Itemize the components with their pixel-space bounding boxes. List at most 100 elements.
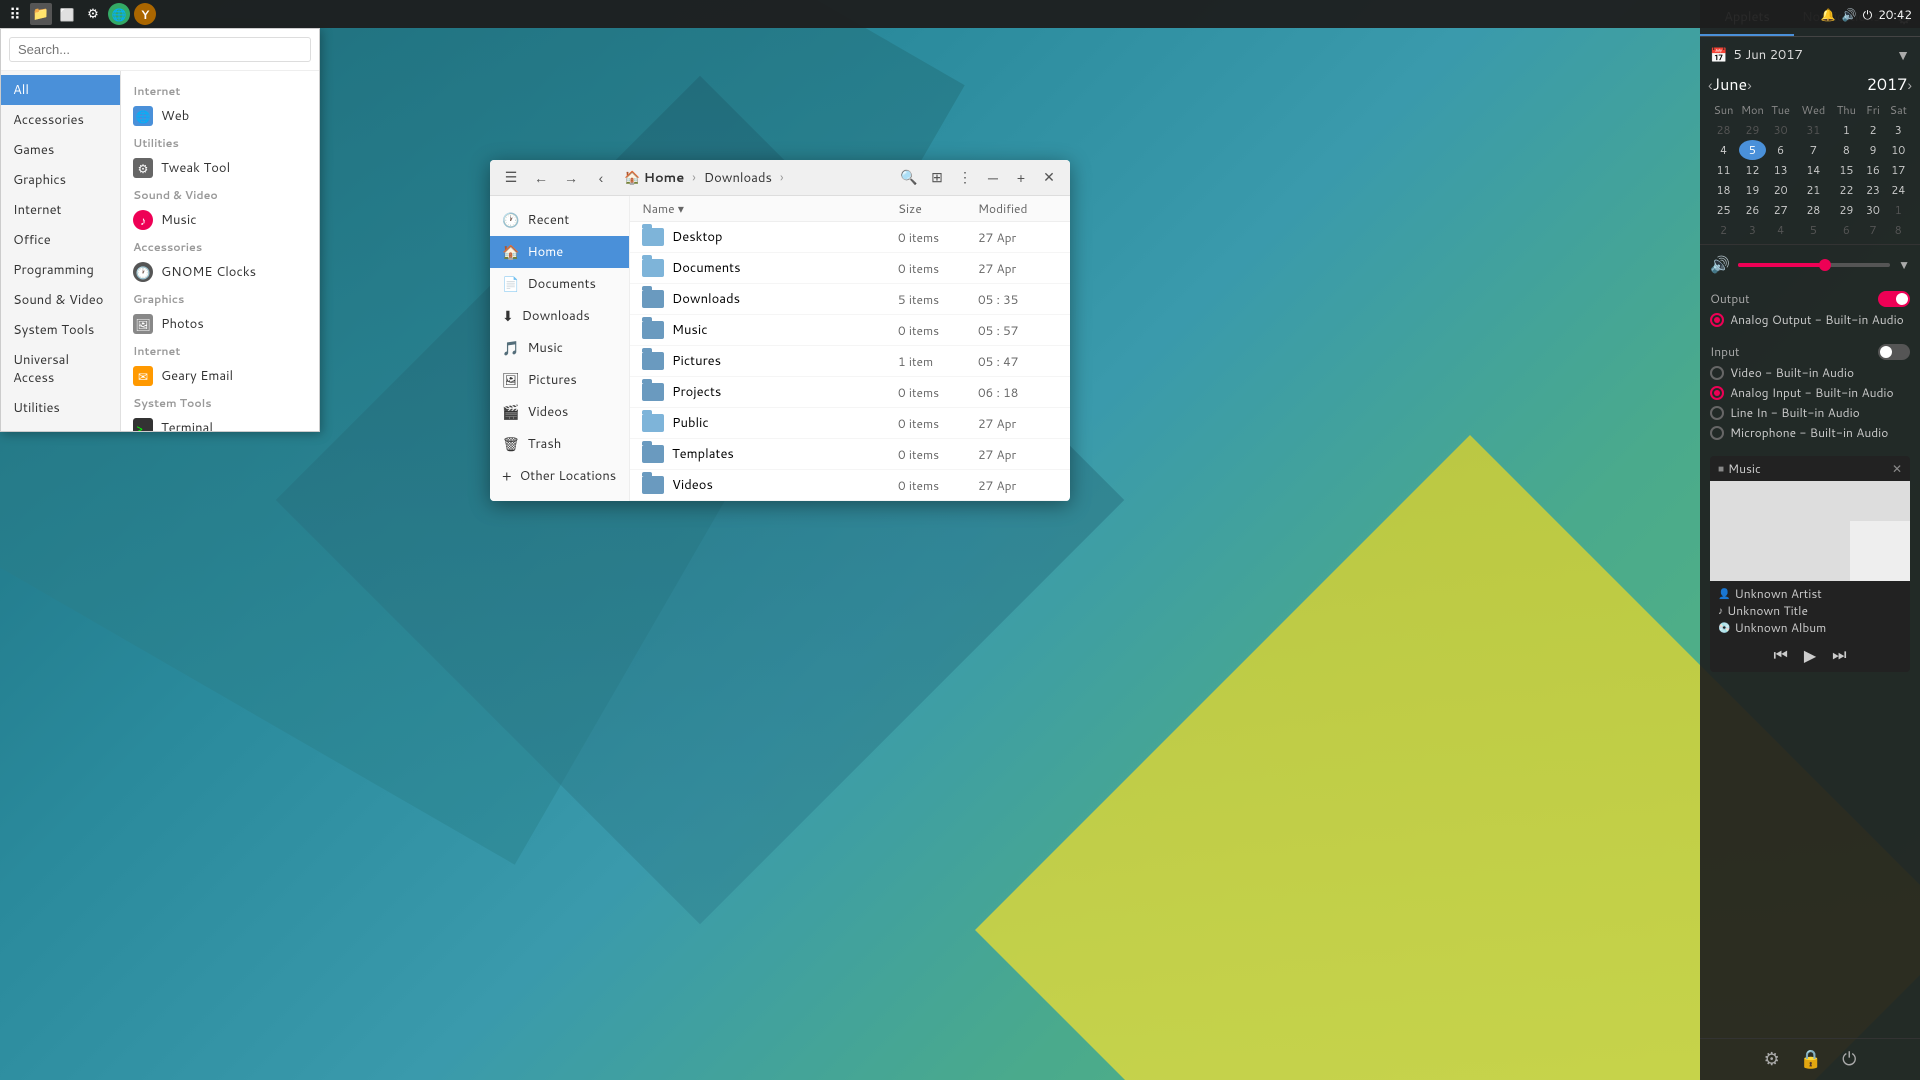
cal-day-10[interactable]: 10 [1885,140,1912,160]
fm-row-music[interactable]: Music 0 items 05 : 57 [630,315,1070,346]
cal-day-3[interactable]: 3 [1885,120,1912,140]
category-sound-video[interactable]: Sound & Video [1,285,120,315]
taskbar-browser[interactable]: 🌐 [108,3,130,25]
cal-day-15[interactable]: 15 [1831,160,1861,180]
fm-sidebar-downloads[interactable]: ⬇ Downloads [490,300,629,332]
cal-day-28[interactable]: 28 [1795,200,1831,220]
input-radio-analog[interactable] [1710,386,1724,400]
category-internet[interactable]: Internet [1,195,120,225]
fm-row-pictures[interactable]: Pictures 1 item 05 : 47 [630,346,1070,377]
taskbar-media[interactable]: Y [134,3,156,25]
fm-sidebar-home[interactable]: 🏠 Home [490,236,629,268]
input-option-mic[interactable]: Microphone - Built-in Audio [1710,424,1910,441]
app-web[interactable]: 🌐 Web [121,101,319,131]
input-toggle[interactable] [1878,344,1910,360]
category-utilities[interactable]: Utilities [1,393,120,423]
fm-prev-button[interactable]: ← [528,165,554,191]
fm-row-public[interactable]: Public 0 items 27 Apr [630,408,1070,439]
fm-row-videos[interactable]: Videos 0 items 27 Apr [630,470,1070,501]
fm-up-button[interactable]: ‹ [588,165,614,191]
cal-next-month[interactable]: › [1747,77,1752,93]
fm-breadcrumb-downloads[interactable]: Downloads [698,166,778,190]
fm-row-desktop[interactable]: Desktop 0 items 27 Apr [630,222,1070,253]
category-all[interactable]: All [1,75,120,105]
cal-expand-button[interactable]: ▼ [1896,47,1910,63]
fm-sidebar-other[interactable]: + Other Locations [490,460,629,492]
cal-day-31-may[interactable]: 31 [1795,120,1831,140]
fm-sidebar-videos[interactable]: 🎬 Videos [490,396,629,428]
category-graphics[interactable]: Graphics [1,165,120,195]
output-toggle[interactable] [1878,291,1910,307]
cal-day-28-may[interactable]: 28 [1708,120,1739,140]
music-next-button[interactable]: ⏭ [1832,647,1846,665]
cal-day-17[interactable]: 17 [1885,160,1912,180]
cal-day-6[interactable]: 6 [1766,140,1795,160]
fm-row-downloads[interactable]: Downloads 5 items 05 : 35 [630,284,1070,315]
cal-day-29-may[interactable]: 29 [1739,120,1766,140]
cal-day-11[interactable]: 11 [1708,160,1739,180]
fm-row-templates[interactable]: Templates 0 items 27 Apr [630,439,1070,470]
panel-settings-button[interactable]: ⚙ [1764,1049,1780,1070]
category-games[interactable]: Games [1,135,120,165]
music-prev-button[interactable]: ⏮ [1773,647,1787,665]
taskbar-files[interactable]: 📁 [30,3,52,25]
cal-day-9[interactable]: 9 [1861,140,1884,160]
input-option-linein[interactable]: Line In - Built-in Audio [1710,404,1910,421]
music-close-button[interactable]: ✕ [1892,460,1902,477]
category-office[interactable]: Office [1,225,120,255]
input-radio-mic[interactable] [1710,426,1724,440]
cal-day-1[interactable]: 1 [1831,120,1861,140]
app-menu-search-input[interactable] [9,37,311,62]
category-system-tools[interactable]: System Tools [1,315,120,345]
volume-expand-button[interactable]: ▼ [1898,256,1910,273]
cal-day-8-jul[interactable]: 8 [1885,220,1912,240]
fm-row-documents[interactable]: Documents 0 items 27 Apr [630,253,1070,284]
cal-day-19[interactable]: 19 [1739,180,1766,200]
fm-col-name[interactable]: Name ▾ [642,200,898,217]
fm-breadcrumb-home[interactable]: 🏠 Home [618,166,690,190]
volume-slider-thumb[interactable] [1819,259,1831,271]
cal-day-4[interactable]: 4 [1708,140,1739,160]
cal-day-5-today[interactable]: 5 [1739,140,1766,160]
cal-day-3-jul[interactable]: 3 [1739,220,1766,240]
cal-day-1-jul[interactable]: 1 [1885,200,1912,220]
cal-day-20[interactable]: 20 [1766,180,1795,200]
cal-day-22[interactable]: 22 [1831,180,1861,200]
app-tweak[interactable]: ⚙ Tweak Tool [121,153,319,183]
panel-lock-button[interactable]: 🔒 [1800,1049,1822,1070]
cal-day-27[interactable]: 27 [1766,200,1795,220]
app-geary[interactable]: ✉ Geary Email [121,361,319,391]
cal-day-24[interactable]: 24 [1885,180,1912,200]
fm-sidebar-pictures[interactable]: 🖼 Pictures [490,364,629,396]
app-music[interactable]: ♪ Music [121,205,319,235]
fm-row-projects[interactable]: Projects 0 items 06 : 18 [630,377,1070,408]
cal-day-25[interactable]: 25 [1708,200,1739,220]
cal-day-29[interactable]: 29 [1831,200,1861,220]
fm-search-button[interactable]: 🔍 [896,165,922,191]
fm-minimize-button[interactable]: ─ [980,165,1006,191]
music-play-button[interactable]: ▶ [1804,646,1816,666]
cal-day-4-jul[interactable]: 4 [1766,220,1795,240]
cal-day-12[interactable]: 12 [1739,160,1766,180]
cal-day-16[interactable]: 16 [1861,160,1884,180]
cal-day-30[interactable]: 30 [1861,200,1884,220]
fm-menu-button[interactable]: ⋮ [952,165,978,191]
app-menu-button[interactable]: ⠿ [4,3,26,25]
fm-sidebar-recent[interactable]: 🕐 Recent [490,204,629,236]
input-option-analog[interactable]: Analog Input - Built-in Audio [1710,384,1910,401]
fm-sidebar-trash[interactable]: 🗑 Trash [490,428,629,460]
category-accessories[interactable]: Accessories [1,105,120,135]
fm-maximize-button[interactable]: + [1008,165,1034,191]
cal-day-8[interactable]: 8 [1831,140,1861,160]
input-radio-linein[interactable] [1710,406,1724,420]
output-radio-analog[interactable] [1710,313,1724,327]
cal-day-21[interactable]: 21 [1795,180,1831,200]
cal-next-year[interactable]: › [1907,77,1912,93]
fm-sidebar-music[interactable]: 🎵 Music [490,332,629,364]
cal-day-2-jul[interactable]: 2 [1708,220,1739,240]
app-photos[interactable]: 🖼 Photos [121,309,319,339]
app-terminal[interactable]: >_ Terminal [121,413,319,431]
taskbar-window[interactable]: ⬜ [56,3,78,25]
cal-day-26[interactable]: 26 [1739,200,1766,220]
input-option-video[interactable]: Video - Built-in Audio [1710,364,1910,381]
